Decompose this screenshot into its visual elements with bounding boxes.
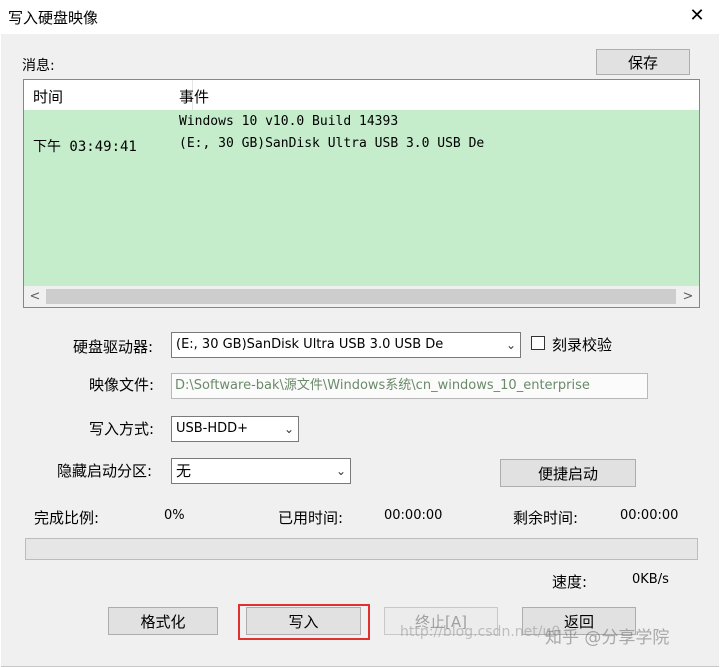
verify-label[interactable]: 刻录校验 — [552, 334, 612, 355]
hidden-partition-select[interactable]: 无 ⌄ — [171, 458, 351, 484]
drive-select[interactable]: (E:, 30 GB)SanDisk Ultra USB 3.0 USB De … — [171, 332, 521, 358]
progress-bar — [25, 538, 698, 560]
scroll-left-icon[interactable]: < — [26, 288, 44, 305]
chevron-down-icon: ⌄ — [505, 338, 516, 352]
close-icon[interactable]: ✕ — [681, 1, 713, 31]
highlight-box — [238, 604, 370, 640]
speed-value: 0KB/s — [632, 572, 669, 587]
drive-label: 硬盘驱动器: — [73, 338, 154, 356]
save-button[interactable]: 保存 — [596, 49, 690, 75]
elapsed-label: 已用时间: — [278, 509, 344, 527]
remaining-label: 剩余时间: — [513, 509, 579, 527]
messages-label: 消息: — [22, 58, 55, 74]
drive-select-value: (E:, 30 GB)SanDisk Ultra USB 3.0 USB De — [176, 337, 444, 352]
scroll-thumb[interactable] — [46, 289, 676, 304]
elapsed-value: 00:00:00 — [384, 508, 443, 523]
completion-label: 完成比例: — [34, 509, 100, 527]
chevron-down-icon: ⌄ — [283, 422, 294, 436]
scroll-right-icon[interactable]: > — [679, 288, 697, 305]
image-file-label: 映像文件: — [89, 376, 155, 394]
remaining-value: 00:00:00 — [620, 508, 679, 523]
log-event-line: Windows 10 v10.0 Build 14393 — [179, 114, 399, 129]
log-time: 下午 03:49:41 — [33, 139, 137, 155]
chevron-down-icon: ⌄ — [335, 464, 346, 478]
window-title: 写入硬盘映像 — [8, 9, 99, 27]
log-row[interactable]: 下午 03:49:41 Windows 10 v10.0 Build 14393… — [24, 110, 699, 286]
watermark-url: http://blog.csdn.net/u0 — [400, 624, 561, 640]
column-event[interactable]: 事件 — [179, 86, 209, 107]
format-button[interactable]: 格式化 — [108, 607, 218, 635]
log-event-line: (E:, 30 GB)SanDisk Ultra USB 3.0 USB De — [179, 136, 485, 151]
write-method-value: USB-HDD+ — [176, 421, 249, 436]
write-method-select[interactable]: USB-HDD+ ⌄ — [171, 416, 299, 442]
hidden-partition-value: 无 — [176, 462, 192, 480]
quick-boot-button[interactable]: 便捷启动 — [500, 459, 636, 487]
hidden-partition-label: 隐藏启动分区: — [57, 462, 153, 480]
speed-label: 速度: — [552, 573, 588, 591]
message-log: 时间 事件 下午 03:49:41 Windows 10 v10.0 Build… — [23, 79, 700, 308]
column-time[interactable]: 时间 — [33, 86, 63, 107]
completion-value: 0% — [164, 508, 185, 523]
image-file-field[interactable]: D:\Software-bak\源文件\Windows系统\cn_windows… — [171, 373, 648, 399]
watermark-brand: 知乎 @分享学院 — [545, 628, 670, 648]
horizontal-scrollbar[interactable]: < > — [24, 286, 699, 307]
write-method-label: 写入方式: — [89, 420, 155, 438]
verify-checkbox[interactable] — [531, 336, 545, 350]
log-header: 时间 事件 — [24, 80, 699, 111]
title-bar: 写入硬盘映像 ✕ — [0, 0, 720, 34]
